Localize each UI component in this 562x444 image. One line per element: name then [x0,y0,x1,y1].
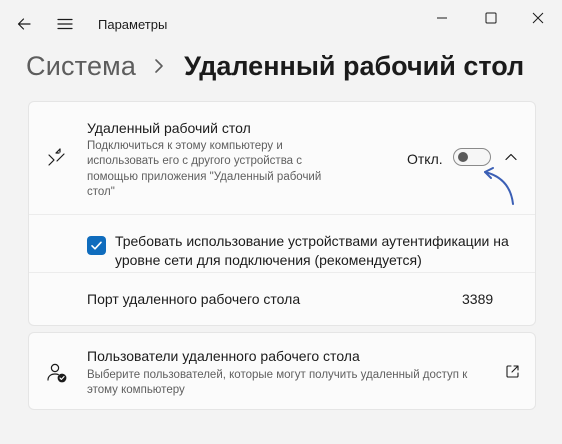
title-bar: Параметры [0,0,562,48]
remote-desktop-title: Удаленный рабочий стол [87,120,251,136]
breadcrumb-parent[interactable]: Система [26,51,136,82]
toggle-knob [458,152,468,162]
chevron-up-icon[interactable] [503,149,519,165]
open-external-icon[interactable] [505,364,520,379]
menu-button[interactable] [51,10,79,38]
annotation-arrow-icon [484,167,514,205]
nla-label: Требовать использование устройствами аут… [115,233,509,268]
port-label: Порт удаленного рабочего стола [87,291,301,307]
app-title: Параметры [98,17,168,32]
close-button[interactable] [516,6,560,30]
minimize-icon [437,17,447,19]
minimize-button[interactable] [420,6,464,30]
remote-users-card[interactable]: Пользователи удаленного рабочего стола В… [28,332,536,410]
remote-desktop-icon [48,148,65,166]
port-row: Порт удаленного рабочего стола 3389 [29,272,535,326]
back-arrow-icon [17,18,31,30]
nla-row: Требовать использование устройствами аут… [29,214,535,273]
toggle-state-label: Откл. [407,151,443,167]
maximize-button[interactable] [469,6,513,30]
checkmark-icon [91,241,102,250]
remote-desktop-description: Подключиться к этому компьютеру и исполь… [87,140,322,199]
close-icon [532,12,544,24]
users-icon [47,363,67,383]
remote-users-title: Пользователи удаленного рабочего стола [87,348,360,364]
remote-users-description: Выберите пользователей, которые могут по… [87,369,468,397]
nla-checkbox[interactable] [87,236,106,255]
maximize-icon [485,12,497,24]
breadcrumb: Система Удаленный рабочий стол [26,46,524,86]
hamburger-icon [57,18,73,30]
remote-desktop-row[interactable]: Удаленный рабочий стол Подключиться к эт… [29,102,535,215]
port-value: 3389 [462,291,494,307]
remote-desktop-card: Удаленный рабочий стол Подключиться к эт… [28,101,536,326]
back-button[interactable] [10,10,38,38]
page-title: Удаленный рабочий стол [184,50,525,81]
chevron-right-icon [155,59,163,73]
